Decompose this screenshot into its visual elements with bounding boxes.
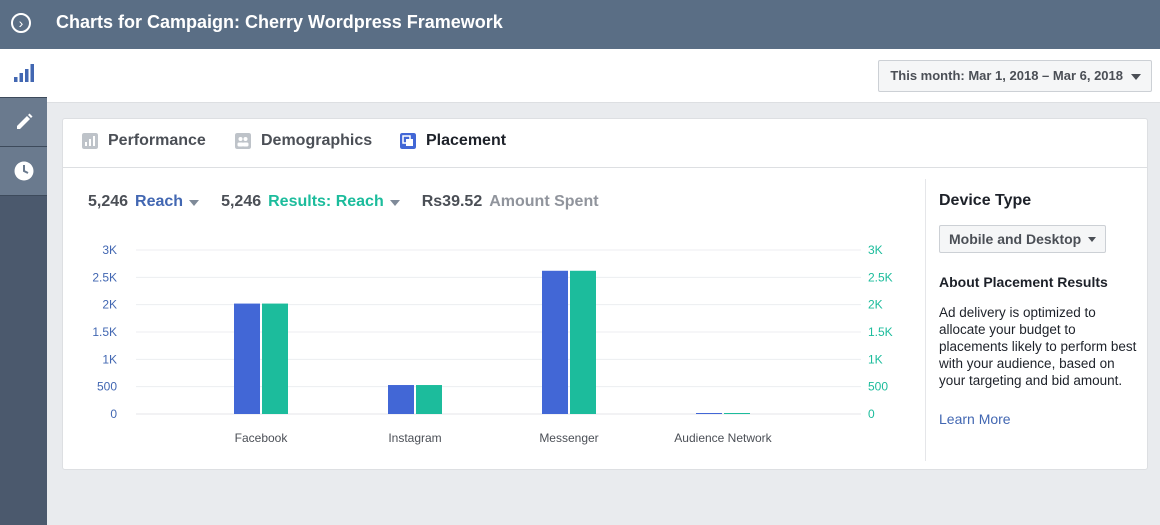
y-tick-label-right: 2K xyxy=(868,298,883,312)
amount-spent-metric: Rs39.52 Amount Spent xyxy=(422,193,599,211)
bar xyxy=(416,385,442,414)
bar xyxy=(388,385,414,414)
y-tick-label-right: 3K xyxy=(868,243,883,257)
tab-bar: Performance Demographics Placement xyxy=(63,119,1147,168)
y-tick-label-left: 0 xyxy=(110,407,117,421)
y-tick-label-left: 500 xyxy=(97,380,117,394)
bar xyxy=(542,270,568,414)
sidebar-item-edit[interactable] xyxy=(0,98,47,147)
reach-metric-dropdown[interactable]: 5,246 Reach xyxy=(88,193,200,211)
amount-spent-value: Rs39.52 xyxy=(421,193,483,210)
chevron-down-icon xyxy=(189,200,200,206)
y-tick-label-right: 1K xyxy=(868,352,883,366)
y-tick-label-left: 1.5K xyxy=(92,325,117,339)
y-tick-label-right: 500 xyxy=(868,380,888,394)
results-label: Results: Reach xyxy=(268,193,384,210)
charts-card: Performance Demographics Placement 5,246 xyxy=(62,118,1148,470)
learn-more-link[interactable]: Learn More xyxy=(939,411,1011,427)
demographics-icon xyxy=(235,133,251,149)
placement-bar-chart: 0 0 500 500 1K 1K 1.5K 1.5K 2K 2K 2.5K 2.5K 3K 3K Face… xyxy=(92,243,893,445)
metrics-row: 5,246 Reach 5,246 Results: Reach Rs39.52… xyxy=(88,193,621,211)
toolbar: This month: Mar 1, 2018 – Mar 6, 2018 xyxy=(47,49,1160,103)
y-tick-label-left: 2K xyxy=(102,298,117,312)
results-value: 5,246 xyxy=(221,193,262,210)
y-tick-label-left: 1K xyxy=(102,352,117,366)
device-type-dropdown[interactable]: Mobile and Desktop xyxy=(939,225,1107,253)
amount-spent-label: Amount Spent xyxy=(489,193,599,210)
tab-label: Placement xyxy=(426,132,507,149)
chevron-down-icon xyxy=(389,200,400,206)
about-placement-heading: About Placement Results xyxy=(939,274,1108,290)
sidebar-item-charts[interactable] xyxy=(0,49,47,98)
top-bar: › Charts for Campaign: Cherry Wordpress … xyxy=(0,0,1160,49)
chevron-down-icon xyxy=(1088,237,1097,242)
tab-performance[interactable]: Performance xyxy=(82,132,206,150)
reach-value: 5,246 xyxy=(88,193,129,210)
bar xyxy=(262,303,288,414)
bar xyxy=(234,303,260,414)
tab-demographics[interactable]: Demographics xyxy=(235,132,372,150)
y-tick-label-right: 1.5K xyxy=(868,325,893,339)
side-panel: Device Type Mobile and Desktop About Pla… xyxy=(925,179,1148,461)
x-tick-label: Messenger xyxy=(539,431,598,445)
x-tick-label: Audience Network xyxy=(674,431,772,445)
bar-chart-icon xyxy=(13,64,34,82)
results-metric-dropdown[interactable]: 5,246 Results: Reach xyxy=(221,193,400,211)
tab-label: Demographics xyxy=(261,132,373,149)
sidebar xyxy=(0,49,47,525)
placement-icon xyxy=(400,133,416,149)
performance-icon xyxy=(82,133,98,149)
y-tick-label-left: 3K xyxy=(102,243,117,257)
bar xyxy=(570,270,596,414)
tab-placement[interactable]: Placement xyxy=(400,132,506,150)
y-tick-label-left: 2.5K xyxy=(92,270,117,284)
back-circle-icon[interactable]: › xyxy=(11,13,31,33)
x-tick-label: Instagram xyxy=(388,431,441,445)
bar xyxy=(724,413,750,414)
about-placement-text: Ad delivery is optimized to allocate you… xyxy=(939,305,1137,388)
pencil-icon xyxy=(16,113,32,129)
y-tick-label-right: 2.5K xyxy=(868,270,893,284)
device-type-heading: Device Type xyxy=(939,192,1032,209)
bar xyxy=(696,413,722,414)
reach-label: Reach xyxy=(135,193,184,210)
tab-label: Performance xyxy=(108,132,206,149)
sidebar-item-history[interactable] xyxy=(0,147,47,196)
clock-icon xyxy=(14,161,33,181)
date-range-dropdown[interactable]: This month: Mar 1, 2018 – Mar 6, 2018 xyxy=(878,60,1152,92)
x-tick-label: Facebook xyxy=(235,431,289,445)
device-type-value: Mobile and Desktop xyxy=(949,231,1082,247)
chevron-down-icon xyxy=(1131,74,1141,80)
page-title: Charts for Campaign: Cherry Wordpress Fr… xyxy=(56,12,503,32)
date-range-label: This month: Mar 1, 2018 – Mar 6, 2018 xyxy=(890,68,1123,83)
y-tick-label-right: 0 xyxy=(868,407,875,421)
